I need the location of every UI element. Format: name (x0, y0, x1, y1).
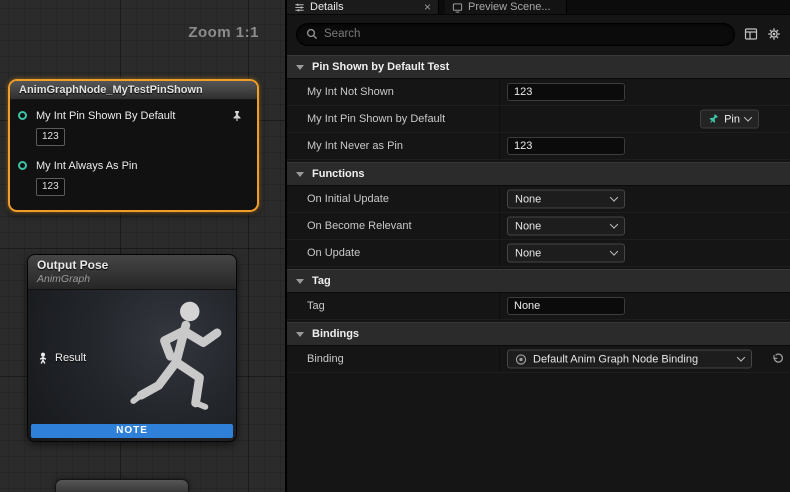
row-on-initial-update: On Initial Update None (287, 186, 790, 213)
search-box[interactable] (296, 23, 735, 46)
tab-details[interactable]: Details × (287, 0, 439, 14)
on-become-relevant-dropdown[interactable]: None (507, 217, 625, 236)
node-output-pose[interactable]: Output Pose AnimGraph (27, 254, 237, 442)
chevron-down-icon (296, 332, 304, 337)
tag-field[interactable]: None (507, 297, 625, 315)
category-functions[interactable]: Functions (287, 162, 790, 186)
pin-label: My Int Pin Shown By Default (36, 110, 249, 123)
pin-value-field[interactable]: 123 (36, 178, 65, 196)
note-badge[interactable]: NOTE (31, 424, 233, 438)
tab-bar: Details × Preview Scene... (287, 0, 790, 15)
reset-to-default-icon[interactable] (772, 353, 784, 365)
category-title: Pin Shown by Default Test (312, 61, 449, 73)
anim-graph-editor[interactable]: Zoom 1:1 AnimGraphNode_MyTestPinShown My… (0, 0, 286, 492)
property-label: On Update (307, 247, 360, 259)
property-label: My Int Not Shown (307, 86, 394, 98)
category-title: Tag (312, 275, 331, 287)
details-toolbar (287, 15, 790, 53)
property-label: On Initial Update (307, 193, 389, 205)
chevron-down-icon (610, 247, 618, 255)
details-tab-icon (294, 2, 305, 13)
chevron-down-icon (610, 220, 618, 228)
on-initial-update-dropdown[interactable]: None (507, 190, 625, 209)
category-bindings[interactable]: Bindings (287, 322, 790, 346)
row-binding: Binding Default Anim Graph Node Binding (287, 346, 790, 373)
details-panel: Details × Preview Scene... (286, 0, 790, 492)
node-subtitle: AnimGraph (37, 273, 227, 285)
property-label: My Int Pin Shown by Default (307, 113, 445, 125)
settings-gear-icon[interactable] (767, 27, 781, 41)
category-title: Bindings (312, 328, 359, 340)
property-list: Pin Shown by Default Test My Int Not Sho… (287, 55, 790, 373)
row-on-update: On Update None (287, 240, 790, 267)
pin-label: Result (55, 352, 86, 364)
row-tag: Tag None (287, 293, 790, 320)
node-header[interactable]: Output Pose AnimGraph (28, 255, 236, 290)
row-my-int-never-as-pin: My Int Never as Pin 123 (287, 133, 790, 160)
pin-button-label: Pin (724, 113, 740, 125)
node-body: My Int Pin Shown By Default 123 My Int A… (10, 100, 257, 216)
node-preview-area: Result NOTE (28, 290, 236, 441)
my-int-never-as-pin-field[interactable]: 123 (507, 137, 625, 155)
node-title[interactable]: AnimGraphNode_MyTestPinShown (10, 81, 257, 100)
category-pin-shown-by-default-test[interactable]: Pin Shown by Default Test (287, 55, 790, 79)
pin-icon (708, 114, 719, 125)
property-label: Binding (307, 353, 344, 365)
pin-result[interactable]: Result (37, 352, 86, 364)
mannequin-figure (122, 292, 237, 438)
partial-node-header[interactable] (55, 479, 189, 492)
property-label: My Int Never as Pin (307, 140, 403, 152)
node-title: Output Pose (37, 258, 227, 272)
chevron-down-icon (737, 353, 745, 361)
pushpin-icon[interactable] (231, 110, 243, 122)
pin-dropdown-button[interactable]: Pin (700, 110, 759, 129)
property-label: On Become Relevant (307, 220, 412, 232)
chevron-down-icon (296, 279, 304, 284)
category-tag[interactable]: Tag (287, 269, 790, 293)
search-icon (306, 28, 318, 40)
int-pin-icon[interactable] (18, 111, 27, 120)
chevron-down-icon (296, 65, 304, 70)
property-label: Tag (307, 300, 325, 312)
preview-scene-tab-icon (452, 2, 463, 13)
tab-label: Preview Scene... (468, 1, 551, 13)
display-options-icon[interactable] (744, 27, 758, 41)
search-input[interactable] (324, 28, 725, 40)
chevron-down-icon (744, 113, 752, 121)
binding-dropdown[interactable]: Default Anim Graph Node Binding (507, 350, 752, 369)
row-my-int-not-shown: My Int Not Shown 123 (287, 79, 790, 106)
category-title: Functions (312, 168, 365, 180)
int-pin-icon[interactable] (18, 161, 27, 170)
close-icon[interactable]: × (424, 1, 431, 13)
pin-label: My Int Always As Pin (36, 160, 249, 173)
pin-value-field[interactable]: 123 (36, 128, 65, 146)
row-my-int-pin-shown-by-default: My Int Pin Shown by Default Pin (287, 106, 790, 133)
chevron-down-icon (610, 193, 618, 201)
chevron-down-icon (296, 172, 304, 177)
zoom-level-label: Zoom 1:1 (188, 24, 259, 41)
pin-my-int-pin-shown-by-default[interactable]: My Int Pin Shown By Default 123 (36, 110, 249, 146)
node-animgraphnode-mytestpinshown[interactable]: AnimGraphNode_MyTestPinShown My Int Pin … (8, 79, 259, 212)
row-on-become-relevant: On Become Relevant None (287, 213, 790, 240)
pose-pin-icon (37, 352, 49, 364)
my-int-not-shown-field[interactable]: 123 (507, 83, 625, 101)
tab-preview-scene[interactable]: Preview Scene... (445, 0, 567, 14)
binding-icon (515, 353, 527, 365)
tab-label: Details (310, 1, 344, 13)
on-update-dropdown[interactable]: None (507, 244, 625, 263)
pin-my-int-always-as-pin[interactable]: My Int Always As Pin 123 (36, 160, 249, 196)
